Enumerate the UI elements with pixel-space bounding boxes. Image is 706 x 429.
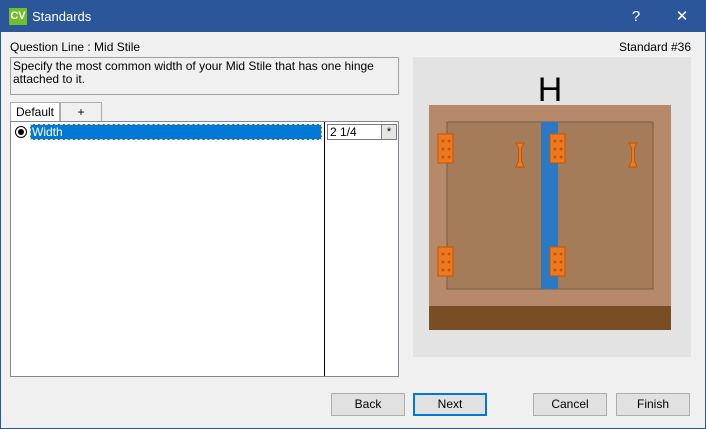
tab-default[interactable]: Default	[10, 102, 60, 122]
cabinet-base	[429, 306, 671, 330]
width-value-dropdown-button[interactable]: *	[381, 124, 397, 140]
standard-number-label: Standard #36	[618, 40, 691, 54]
row-select-radio[interactable]	[15, 126, 27, 138]
preview-letter: H	[538, 71, 563, 109]
width-value-field[interactable]: 2 1/4	[327, 124, 382, 140]
app-logo-icon: CV	[9, 8, 27, 25]
help-button[interactable]: ?	[613, 1, 659, 32]
property-grid: Width 2 1/4 *	[10, 121, 399, 377]
standards-dialog: CV Standards ? ✕ Question Line : Mid Sti…	[0, 0, 706, 429]
back-button[interactable]: Back	[331, 393, 405, 416]
preview-panel: H	[413, 57, 691, 357]
title-bar: CV Standards ? ✕	[1, 1, 705, 32]
column-divider	[324, 122, 325, 376]
next-button[interactable]: Next	[413, 393, 487, 416]
close-button[interactable]: ✕	[659, 1, 705, 32]
cancel-button[interactable]: Cancel	[533, 393, 607, 416]
add-tab-button[interactable]: +	[60, 102, 102, 121]
finish-button[interactable]: Finish	[616, 393, 690, 416]
hinge-icon	[437, 133, 454, 164]
cabinet-preview-image: H	[429, 71, 671, 330]
description-text: Specify the most common width of your Mi…	[10, 57, 399, 95]
property-name-width[interactable]: Width	[30, 124, 322, 140]
hinge-icon	[549, 246, 566, 277]
question-line-label: Question Line : Mid Stile	[10, 40, 141, 54]
window-title: Standards	[32, 9, 92, 24]
hinge-icon	[437, 246, 454, 277]
hinge-icon	[549, 133, 566, 164]
